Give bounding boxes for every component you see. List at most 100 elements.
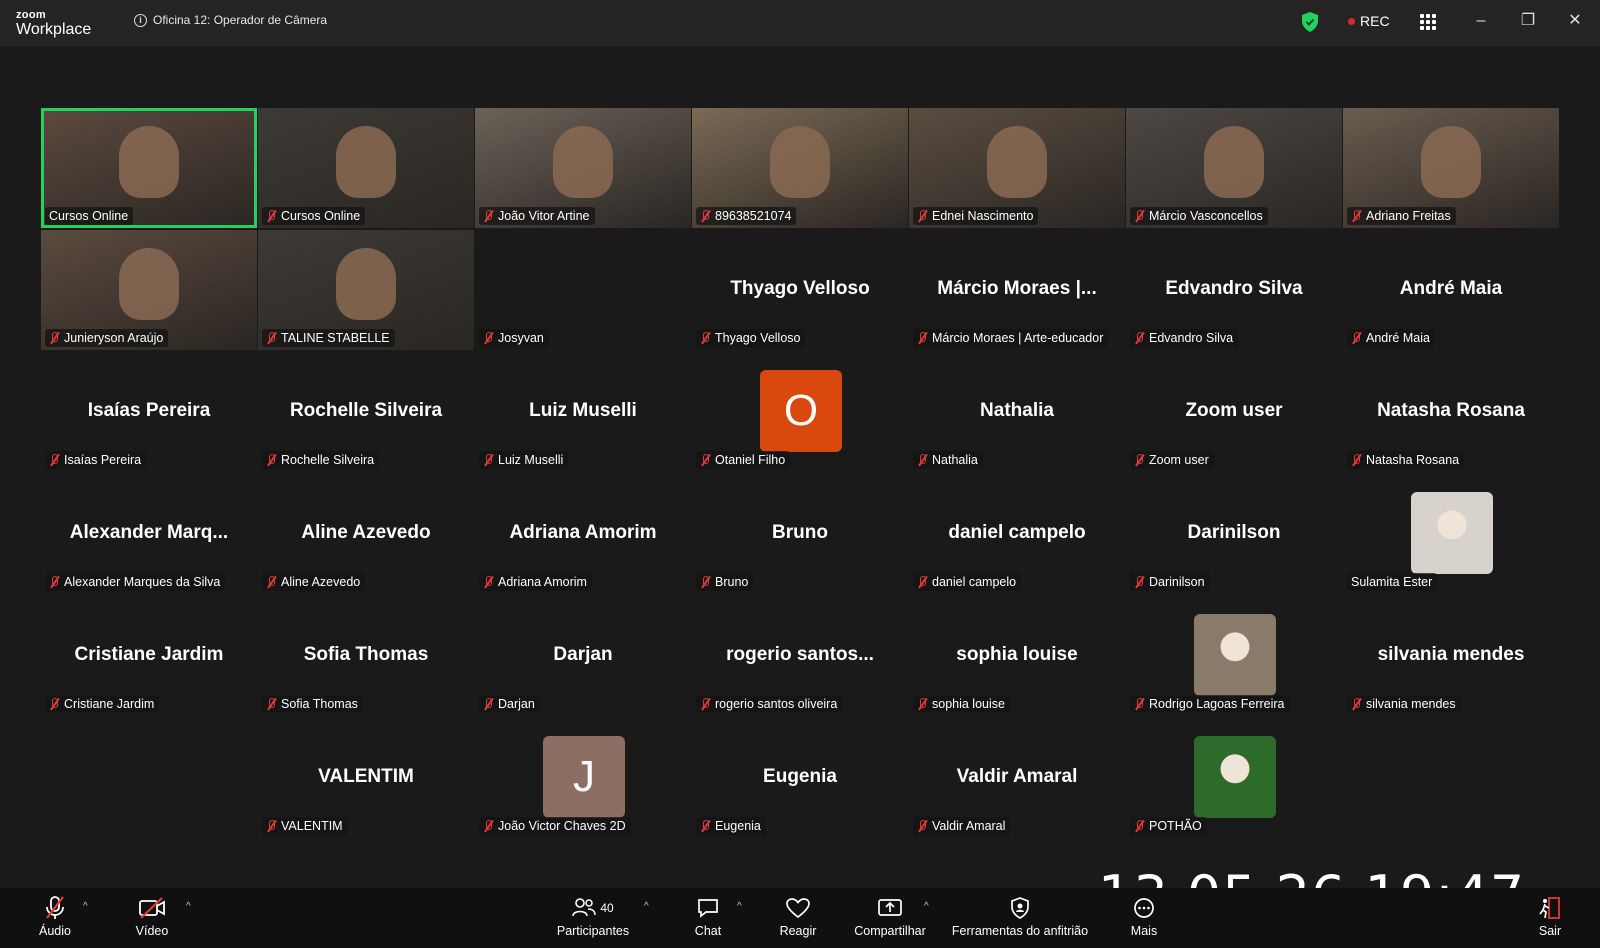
participant-tile[interactable]: Adriana Amorim Adriana Amorim xyxy=(475,474,691,594)
participant-tile[interactable]: Alexander Marq... Alexander Marques da Si… xyxy=(41,474,257,594)
security-shield-icon[interactable] xyxy=(1302,12,1318,32)
chat-button[interactable]: Chat xyxy=(690,894,726,944)
participant-tile[interactable]: André Maia André Maia xyxy=(1343,230,1559,350)
info-icon[interactable]: i xyxy=(134,13,147,27)
participant-tile[interactable]: Sofia Thomas Sofia Thomas xyxy=(258,596,474,716)
participant-name: Cristiane Jardim xyxy=(64,697,155,711)
participant-name-label: Bruno xyxy=(696,573,754,591)
participant-tile[interactable]: Junieryson Araújo xyxy=(41,230,257,350)
participant-tile[interactable]: rogerio santos... rogerio santos oliveira xyxy=(692,596,908,716)
host-tools-button[interactable]: Ferramentas do anfitrião xyxy=(948,894,1092,944)
participant-display-name: Edvandro Silva xyxy=(1165,278,1303,299)
share-screen-icon xyxy=(850,894,930,922)
meeting-title: Oficina 12: Operador de Câmera xyxy=(153,13,328,27)
chat-caret-icon[interactable]: ^ xyxy=(737,901,747,912)
participant-tile[interactable]: Valdir Amaral Valdir Amaral xyxy=(909,718,1125,838)
video-options-caret-icon[interactable]: ^ xyxy=(186,901,196,912)
participants-button[interactable]: 40 Participantes xyxy=(548,894,638,944)
participant-name-label: Cursos Online xyxy=(45,207,134,225)
participant-name: Zoom user xyxy=(1149,453,1209,467)
participant-tile[interactable]: Cristiane Jardim Cristiane Jardim xyxy=(41,596,257,716)
participant-tile[interactable]: TALINE STABELLE xyxy=(258,230,474,350)
participant-tile[interactable]: Isaías Pereira Isaías Pereira xyxy=(41,352,257,472)
participant-tile[interactable]: sophia louise sophia louise xyxy=(909,596,1125,716)
participant-name: Sofia Thomas xyxy=(281,697,358,711)
participant-name: 89638521074 xyxy=(715,209,792,223)
participant-tile[interactable]: Bruno Bruno xyxy=(692,474,908,594)
participant-tile[interactable]: POTHÃO xyxy=(1126,718,1342,838)
participant-tile[interactable]: Nathalia Nathalia xyxy=(909,352,1125,472)
participant-tile[interactable]: Aline Azevedo Aline Azevedo xyxy=(258,474,474,594)
record-dot-icon xyxy=(1348,17,1355,25)
participant-display-name: Adriana Amorim xyxy=(509,522,657,543)
participant-tile[interactable]: Rochelle Silveira Rochelle Silveira xyxy=(258,352,474,472)
participant-display-name: Bruno xyxy=(772,522,828,543)
leave-door-icon xyxy=(1532,894,1568,922)
participant-tile[interactable]: Luiz Muselli Luiz Muselli xyxy=(475,352,691,472)
leave-label: Sair xyxy=(1538,924,1562,938)
mic-muted-icon xyxy=(917,820,928,832)
participant-tile[interactable]: Darjan Darjan xyxy=(475,596,691,716)
camera-off-icon xyxy=(128,894,176,922)
participant-name: Otaniel Filho xyxy=(715,453,786,467)
participant-tile[interactable]: Márcio Moraes |... Márcio Moraes | Arte-e… xyxy=(909,230,1125,350)
share-caret-icon[interactable]: ^ xyxy=(924,901,934,912)
restore-icon[interactable]: ❐ xyxy=(1519,12,1537,30)
video-button[interactable]: Vídeo xyxy=(128,894,176,944)
mic-muted-icon xyxy=(266,332,277,344)
participant-tile[interactable]: Adriano Freitas xyxy=(1343,108,1559,228)
participant-tile[interactable]: Zoom user Zoom user xyxy=(1126,352,1342,472)
participant-tile[interactable]: J João Victor Chaves 2D xyxy=(475,718,691,838)
close-icon[interactable]: ✕ xyxy=(1566,12,1584,30)
more-icon xyxy=(1126,894,1162,922)
participant-display-name: Thyago Velloso xyxy=(730,278,870,299)
participant-name-label: Adriana Amorim xyxy=(479,573,592,591)
participant-tile[interactable]: Natasha Rosana Natasha Rosana xyxy=(1343,352,1559,472)
participant-tile[interactable]: João Vitor Artine xyxy=(475,108,691,228)
mic-muted-icon xyxy=(483,820,494,832)
participant-tile[interactable]: 89638521074 xyxy=(692,108,908,228)
participant-display-name: sophia louise xyxy=(956,644,1078,665)
audio-options-caret-icon[interactable]: ^ xyxy=(83,901,93,912)
participant-tile[interactable]: Sulamita Ester xyxy=(1343,474,1559,594)
participant-tile[interactable]: Márcio Vasconcellos xyxy=(1126,108,1342,228)
participant-tile[interactable]: Josyvan xyxy=(475,230,691,350)
meeting-info[interactable]: i Oficina 12: Operador de Câmera xyxy=(134,13,327,27)
participant-tile[interactable]: Rodrigo Lagoas Ferreira xyxy=(1126,596,1342,716)
participant-tile[interactable]: Cursos Online xyxy=(41,108,257,228)
participant-name: Darinilson xyxy=(1149,575,1205,589)
participant-tile[interactable]: silvania mendes silvania mendes xyxy=(1343,596,1559,716)
participant-tile[interactable]: Eugenia Eugenia xyxy=(692,718,908,838)
mic-muted-icon xyxy=(917,332,928,344)
audio-button[interactable]: Áudio xyxy=(32,894,78,944)
participant-display-name: Cristiane Jardim xyxy=(74,644,224,665)
leave-button[interactable]: Sair xyxy=(1532,894,1568,944)
video-feed xyxy=(1204,126,1264,198)
apps-grid-icon[interactable] xyxy=(1420,14,1436,30)
participant-name-label: rogerio santos oliveira xyxy=(696,695,843,713)
participant-tile[interactable]: Edvandro Silva Edvandro Silva xyxy=(1126,230,1342,350)
participant-tile[interactable]: Cursos Online xyxy=(258,108,474,228)
participant-name: VALENTIM xyxy=(281,819,343,833)
mic-muted-icon xyxy=(700,332,711,344)
participant-tile[interactable]: Thyago Velloso Thyago Velloso xyxy=(692,230,908,350)
participant-name: João Vitor Artine xyxy=(498,209,590,223)
participant-name-label: Cristiane Jardim xyxy=(45,695,160,713)
participant-tile[interactable]: O Otaniel Filho xyxy=(692,352,908,472)
mic-muted-icon xyxy=(1351,332,1362,344)
mic-muted-icon xyxy=(1134,698,1145,710)
participant-tile[interactable]: Ednei Nascimento xyxy=(909,108,1125,228)
participant-tile[interactable]: VALENTIM VALENTIM xyxy=(258,718,474,838)
react-button[interactable]: Reagir xyxy=(774,894,822,944)
participant-tile[interactable]: Darinilson Darinilson xyxy=(1126,474,1342,594)
chat-bubble-icon xyxy=(690,894,726,922)
share-button[interactable]: Compartilhar xyxy=(850,894,930,944)
minimize-icon[interactable]: – xyxy=(1472,12,1490,30)
participant-tile[interactable]: daniel campelo daniel campelo xyxy=(909,474,1125,594)
participant-display-name: daniel campelo xyxy=(948,522,1086,543)
more-button[interactable]: Mais xyxy=(1126,894,1162,944)
mic-muted-icon xyxy=(49,576,60,588)
recording-indicator[interactable]: REC xyxy=(1348,13,1390,29)
participant-display-name: Natasha Rosana xyxy=(1377,400,1525,421)
participants-caret-icon[interactable]: ^ xyxy=(644,901,654,912)
